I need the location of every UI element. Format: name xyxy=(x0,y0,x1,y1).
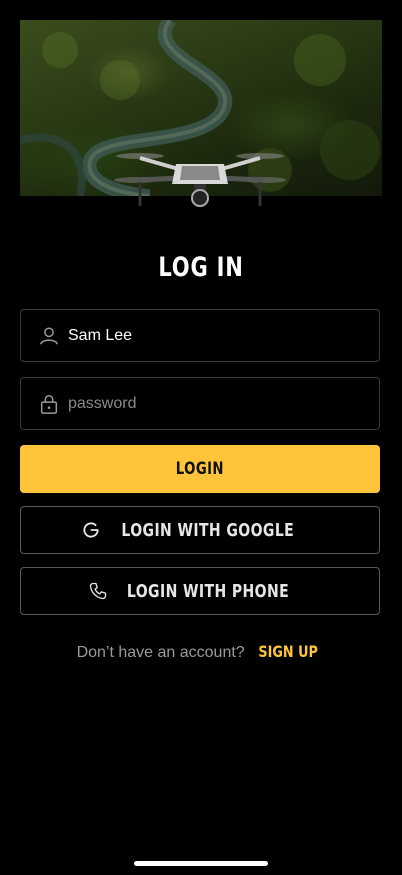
phone-button-label: LOGIN WITH PHONE xyxy=(126,580,290,602)
lock-icon xyxy=(40,395,58,414)
sign-up-link[interactable]: SIGN UP xyxy=(259,642,318,661)
page-title: LOG IN xyxy=(158,252,244,283)
login-button[interactable]: LOGIN xyxy=(20,445,380,493)
signup-row: Don’t have an account? SIGN UP xyxy=(0,642,402,662)
google-icon xyxy=(83,522,99,538)
password-input[interactable] xyxy=(68,378,368,429)
login-with-phone-button[interactable]: LOGIN WITH PHONE xyxy=(20,567,380,615)
signup-prompt: Don’t have an account? xyxy=(76,644,245,661)
password-field[interactable] xyxy=(20,377,380,430)
user-icon xyxy=(40,327,58,345)
home-indicator xyxy=(134,861,268,866)
phone-icon xyxy=(89,582,107,600)
google-button-label: LOGIN WITH GOOGLE xyxy=(121,519,295,541)
login-button-label: LOGIN xyxy=(175,459,225,479)
username-field[interactable] xyxy=(20,309,380,362)
drone-image xyxy=(114,153,286,207)
username-input[interactable] xyxy=(68,310,368,361)
login-with-google-button[interactable]: LOGIN WITH GOOGLE xyxy=(20,506,380,554)
